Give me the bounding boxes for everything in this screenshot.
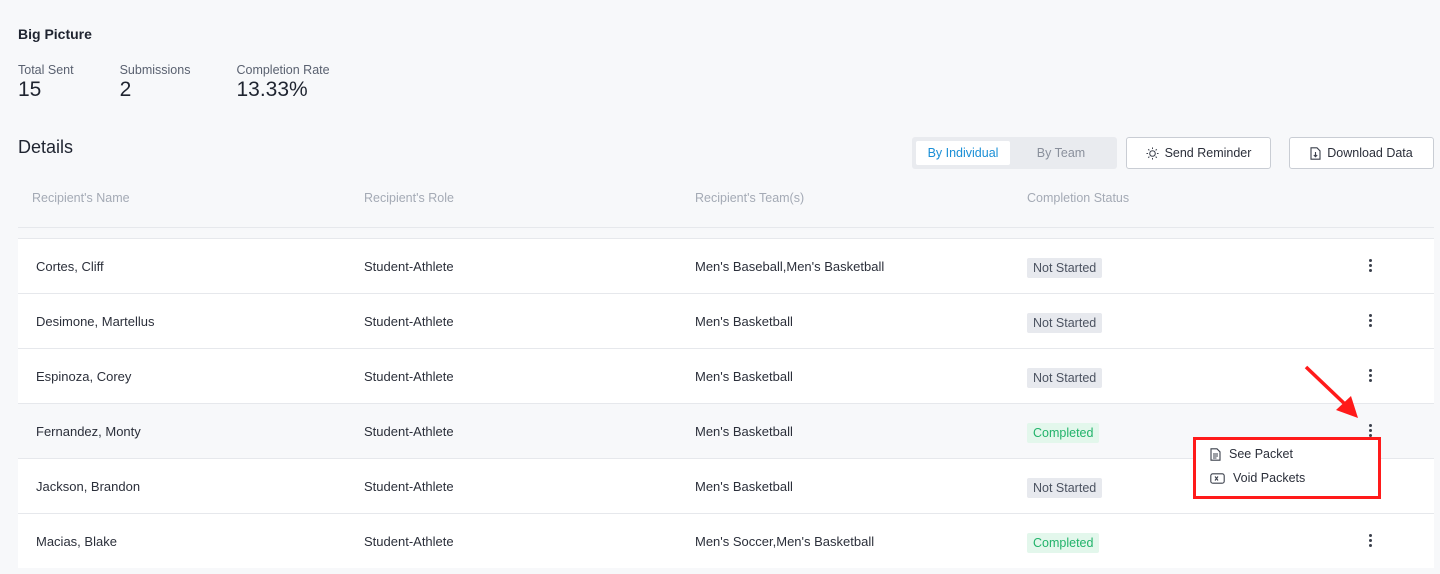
status-badge: Not Started <box>1027 478 1103 498</box>
download-data-button[interactable]: Download Data <box>1289 137 1434 169</box>
cell-teams: Men's Basketball <box>695 424 793 439</box>
cell-name: Fernandez, Monty <box>36 424 141 439</box>
table-row: Desimone, Martellus Student-Athlete Men'… <box>18 293 1434 348</box>
cell-teams: Men's Baseball,Men's Basketball <box>695 259 885 274</box>
cell-role: Student-Athlete <box>364 314 454 329</box>
header-completion-status: Completion Status <box>1027 191 1130 205</box>
stat-label: Total Sent <box>18 63 74 77</box>
file-download-icon <box>1310 146 1321 160</box>
header-recipient-name: Recipient's Name <box>32 191 130 205</box>
cell-teams: Men's Soccer,Men's Basketball <box>695 534 875 549</box>
table-row: Espinoza, Corey Student-Athlete Men's Ba… <box>18 348 1434 403</box>
see-packet-menu-item[interactable]: See Packet <box>1210 445 1293 463</box>
red-arrow-annotation <box>1304 365 1358 418</box>
void-packets-menu-item[interactable]: Void Packets <box>1210 469 1305 487</box>
table-header: Recipient's Name Recipient's Role Recipi… <box>18 180 1434 228</box>
status-badge: Not Started <box>1027 258 1103 278</box>
more-options-icon[interactable] <box>1362 255 1378 275</box>
view-toggle: By Individual By Team <box>912 137 1117 169</box>
stat-label: Submissions <box>119 63 191 77</box>
status-badge: Not Started <box>1027 368 1103 388</box>
header-recipient-role: Recipient's Role <box>364 191 454 205</box>
void-ticket-icon <box>1210 472 1225 484</box>
stat-completion-rate: Completion Rate 13.33% <box>236 62 329 102</box>
document-icon <box>1210 447 1221 461</box>
big-picture-title: Big Picture <box>18 26 92 42</box>
stat-submissions: Submissions 2 <box>120 62 191 102</box>
send-reminder-button[interactable]: Send Reminder <box>1126 137 1271 169</box>
header-recipient-teams: Recipient's Team(s) <box>695 191 805 205</box>
cell-teams: Men's Basketball <box>695 479 793 494</box>
stat-value: 15 <box>18 78 42 101</box>
lightbulb-icon <box>1146 146 1159 160</box>
cell-role: Student-Athlete <box>364 534 454 549</box>
more-options-icon[interactable] <box>1362 310 1378 330</box>
cell-role: Student-Athlete <box>364 369 454 384</box>
details-title: Details <box>18 137 74 157</box>
download-data-label: Download Data <box>1327 146 1413 160</box>
status-badge: Completed <box>1027 423 1100 443</box>
stat-total-sent: Total Sent 15 <box>18 62 74 102</box>
stat-value: 2 <box>119 78 132 101</box>
status-badge: Not Started <box>1027 313 1103 333</box>
table-row: Cortes, Cliff Student-Athlete Men's Base… <box>18 238 1434 293</box>
table-row: Macias, Blake Student-Athlete Men's Socc… <box>18 513 1434 568</box>
stat-label: Completion Rate <box>236 63 330 77</box>
row-context-menu: See Packet Void Packets <box>1193 437 1381 499</box>
cell-teams: Men's Basketball <box>695 369 793 384</box>
recipients-table: Cortes, Cliff Student-Athlete Men's Base… <box>18 238 1434 568</box>
more-options-icon[interactable] <box>1362 530 1378 550</box>
cell-name: Espinoza, Corey <box>36 369 132 384</box>
see-packet-label: See Packet <box>1229 447 1293 461</box>
cell-name: Desimone, Martellus <box>36 314 155 329</box>
cell-role: Student-Athlete <box>364 479 454 494</box>
stat-value: 13.33% <box>236 78 308 101</box>
cell-role: Student-Athlete <box>364 424 454 439</box>
status-badge: Completed <box>1027 533 1100 553</box>
more-options-icon[interactable] <box>1362 365 1378 385</box>
toggle-by-team[interactable]: By Team <box>1010 141 1112 165</box>
toggle-by-individual[interactable]: By Individual <box>916 141 1010 165</box>
void-packets-label: Void Packets <box>1233 471 1306 485</box>
cell-role: Student-Athlete <box>364 259 454 274</box>
cell-name: Jackson, Brandon <box>36 479 141 494</box>
stats-summary: Total Sent 15 Submissions 2 Completion R… <box>18 62 376 102</box>
cell-name: Cortes, Cliff <box>36 259 104 274</box>
send-reminder-label: Send Reminder <box>1164 146 1252 160</box>
cell-teams: Men's Basketball <box>695 314 793 329</box>
cell-name: Macias, Blake <box>36 534 117 549</box>
